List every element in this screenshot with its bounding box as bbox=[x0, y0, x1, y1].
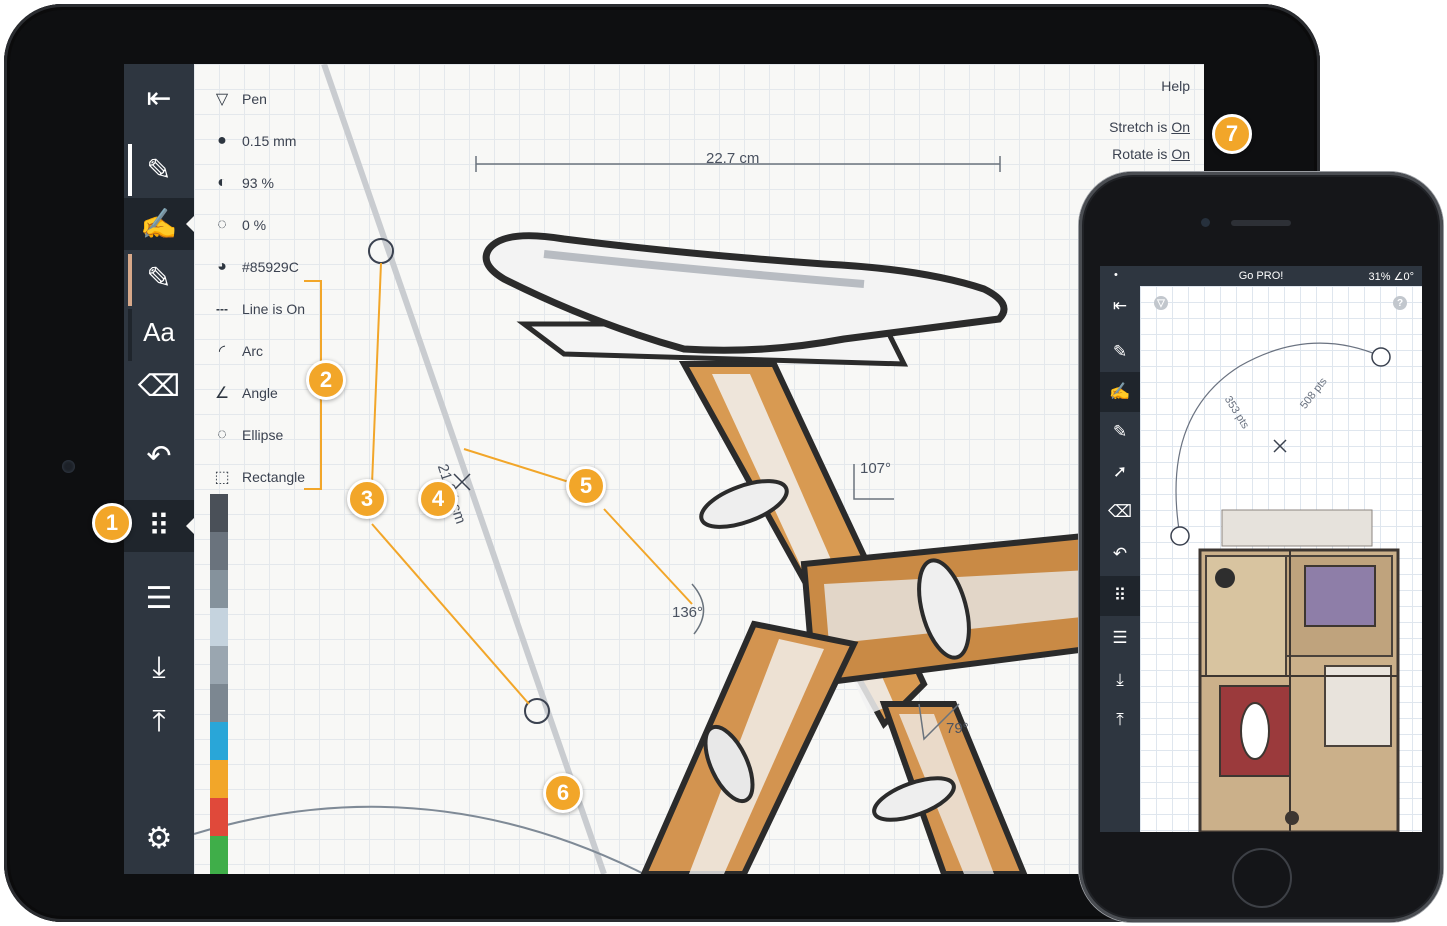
grid-icon[interactable]: ⠿ bbox=[1100, 576, 1140, 616]
stretch-value[interactable]: On bbox=[1171, 119, 1190, 135]
ellipse-label: Ellipse bbox=[242, 427, 284, 443]
rectangle-row[interactable]: ⬚ Rectangle bbox=[208, 456, 358, 498]
color-swatch[interactable] bbox=[210, 646, 228, 684]
pen-brush-icon[interactable]: ✎ bbox=[1100, 412, 1140, 452]
download-icon[interactable]: ⤓ bbox=[124, 642, 194, 694]
pen-brush-icon[interactable]: ✎ bbox=[1100, 332, 1140, 372]
stretch-label: Stretch is bbox=[1109, 119, 1168, 135]
pen-settings-panel: ▽ Pen ● 0.15 mm ◐ 93 % ◌ 0 % ◕ #85929C --- Lin… bbox=[208, 78, 358, 498]
phone-toolbar: ⇤ ✎ ✍ ✎ ➚ ⌫ ↶ ⠿ ☰ ⤓ ⤒ bbox=[1100, 286, 1140, 832]
pen-brush-icon[interactable]: ✍ bbox=[124, 198, 194, 250]
width-measure-label: 22.7 cm bbox=[706, 150, 760, 167]
iphone-screen: • Go PRO! 31% ∠0° ▽ ? 353 pts 508 pts ⇤ … bbox=[1100, 266, 1422, 832]
color-swatch[interactable] bbox=[210, 494, 228, 532]
pen-brush-icon[interactable]: ✎ bbox=[124, 252, 194, 304]
ellipse-icon: ◌ bbox=[217, 426, 227, 443]
rectangle-icon: ⬚ bbox=[214, 469, 230, 486]
upload-icon[interactable]: ⤒ bbox=[1100, 700, 1140, 740]
callout-badge-6: 6 bbox=[543, 773, 583, 813]
ipad-toolbar: ⇤ ✎ ✍ ✎ Aa ⌫ ↶ ⠿ ☰ ⤓ ⤒ ⚙ bbox=[124, 64, 194, 874]
help-link[interactable]: Help bbox=[1161, 78, 1190, 94]
color-swatch[interactable] bbox=[210, 760, 228, 798]
pen-brush-icon[interactable]: ✎ bbox=[124, 144, 194, 196]
phone-pen-menu-icon[interactable]: ▽ bbox=[1154, 296, 1168, 310]
undo-icon[interactable]: ↶ bbox=[124, 430, 194, 482]
grid-glyph: ⠿ bbox=[148, 509, 170, 543]
opacity-icon: ◐ bbox=[217, 174, 227, 191]
eraser-icon[interactable]: ⌫ bbox=[1100, 492, 1140, 532]
arc-icon: ◜ bbox=[218, 343, 226, 360]
angle-label: Angle bbox=[242, 385, 278, 401]
phone-help-icon[interactable]: ? bbox=[1393, 296, 1407, 310]
color-palette bbox=[210, 494, 228, 874]
pen-rotation-row[interactable]: ◌ 0 % bbox=[208, 204, 358, 246]
line-icon: --- bbox=[216, 302, 228, 316]
rectangle-label: Rectangle bbox=[242, 469, 306, 485]
ipad-camera bbox=[62, 460, 75, 473]
text-icon[interactable]: Aa bbox=[124, 306, 194, 358]
rotate-option[interactable]: Rotate is On bbox=[1112, 146, 1190, 162]
pen-opacity-label: 93 % bbox=[242, 175, 274, 191]
palette-icon: ◕ bbox=[217, 258, 227, 275]
pen-size-label: 0.15 mm bbox=[242, 133, 297, 149]
upload-icon[interactable]: ⤒ bbox=[124, 696, 194, 748]
pen-type-label: Pen bbox=[242, 91, 267, 107]
color-swatch[interactable] bbox=[210, 532, 228, 570]
pen-opacity-row[interactable]: ◐ 93 % bbox=[208, 162, 358, 204]
stretch-option[interactable]: Stretch is On bbox=[1109, 119, 1190, 135]
iphone-device: • Go PRO! 31% ∠0° ▽ ? 353 pts 508 pts ⇤ … bbox=[1079, 172, 1443, 922]
arc-label: Arc bbox=[242, 343, 263, 359]
layers-icon[interactable]: ☰ bbox=[124, 572, 194, 624]
ellipse-row[interactable]: ◌ Ellipse bbox=[208, 414, 358, 456]
callout-badge-1: 1 bbox=[92, 503, 132, 543]
rotate-value[interactable]: On bbox=[1171, 146, 1190, 162]
ipad-screen: 22.7 cm 21.04 cm 107° 136° 79° ⇤ ✎ ✍ ✎ A… bbox=[124, 64, 1204, 874]
pen-type-row[interactable]: ▽ Pen bbox=[208, 78, 358, 120]
color-swatch[interactable] bbox=[210, 570, 228, 608]
color-swatch[interactable] bbox=[210, 798, 228, 836]
home-button[interactable] bbox=[1232, 848, 1292, 908]
pen-color-label: #85929C bbox=[242, 259, 299, 275]
pen-color-row[interactable]: ◕ #85929C bbox=[208, 246, 358, 288]
grid-icon[interactable]: ⠿ bbox=[124, 500, 194, 552]
angle-left-label: 136° bbox=[672, 604, 704, 621]
size-icon: ● bbox=[217, 132, 227, 149]
gear-icon[interactable]: ⚙ bbox=[124, 812, 194, 864]
pen-size-row[interactable]: ● 0.15 mm bbox=[208, 120, 358, 162]
line-mode-label: Line is On bbox=[242, 301, 306, 317]
pen-brush-icon[interactable]: ✍ bbox=[1100, 372, 1140, 412]
panel-toggle-icon[interactable]: ⇤ bbox=[1100, 286, 1140, 326]
callout-badge-4: 4 bbox=[418, 479, 458, 519]
callout-badge-5: 5 bbox=[566, 466, 606, 506]
line-mode-row[interactable]: --- Line is On bbox=[208, 288, 358, 330]
callout-badge-7: 7 bbox=[1212, 114, 1252, 154]
color-swatch[interactable] bbox=[210, 722, 228, 760]
eraser-icon[interactable]: ⌫ bbox=[124, 360, 194, 412]
iphone-speaker bbox=[1231, 220, 1291, 226]
pen-brush-glyph: ✍ bbox=[140, 207, 178, 241]
pen-icon: ▽ bbox=[215, 91, 229, 108]
angle-bottom-label: 79° bbox=[946, 720, 969, 737]
selection-arrow bbox=[186, 216, 194, 232]
color-swatch[interactable] bbox=[210, 684, 228, 722]
rotation-icon: ◌ bbox=[217, 216, 227, 233]
pen-rotation-label: 0 % bbox=[242, 217, 267, 233]
floorplan-sketch bbox=[1170, 342, 1400, 832]
layers-icon[interactable]: ☰ bbox=[1100, 618, 1140, 658]
color-swatch[interactable] bbox=[210, 836, 228, 874]
angle-top-label: 107° bbox=[860, 460, 892, 477]
undo-icon[interactable]: ↶ bbox=[1100, 534, 1140, 574]
angle-icon: ∠ bbox=[214, 385, 230, 402]
callout-badge-3: 3 bbox=[347, 479, 387, 519]
color-swatch[interactable] bbox=[210, 608, 228, 646]
download-icon[interactable]: ⤓ bbox=[1100, 660, 1140, 700]
rotate-label: Rotate is bbox=[1112, 146, 1168, 162]
iphone-camera bbox=[1201, 218, 1210, 227]
callout-badge-2: 2 bbox=[306, 360, 346, 400]
cursor-icon[interactable]: ➚ bbox=[1100, 452, 1140, 492]
panel-toggle-icon[interactable]: ⇤ bbox=[124, 72, 194, 124]
selection-arrow bbox=[186, 518, 194, 534]
